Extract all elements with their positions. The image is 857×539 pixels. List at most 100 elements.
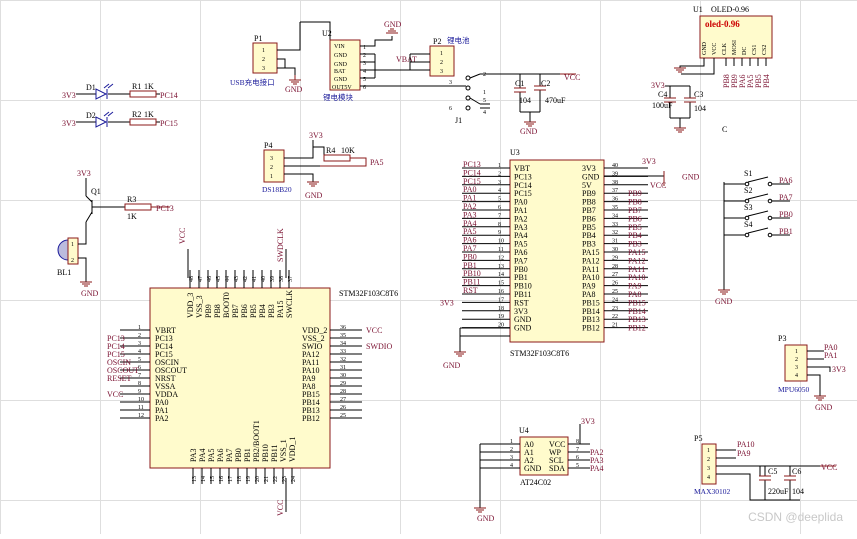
u3-rnum-30: 30 [612, 247, 618, 253]
gnd-label-3: GND [520, 127, 538, 136]
gnd-symbol-1: GND [285, 75, 303, 94]
p2-pin2: 2 [440, 60, 443, 66]
mcu-bpin-pb10: PB10 [261, 444, 270, 462]
mcu-bpin-vss_1: VSS_1 [279, 439, 288, 462]
u4-rnet-3: PA4 [590, 464, 604, 473]
p3-pin2: 2 [795, 357, 798, 363]
p5-pin4: 4 [707, 475, 710, 481]
r3-ref: R3 [127, 195, 136, 204]
gnd-symbol-2: GND [384, 20, 402, 34]
mcu-bpin-pa3: PA3 [189, 449, 198, 463]
u3-rnet-0: 3V3 [642, 157, 656, 166]
led-rval-1: 1K [144, 110, 154, 119]
mcu-bnum-15: 15 [210, 476, 216, 482]
u3-lpin-gnd: GND [514, 324, 532, 333]
mcu-lnum-1: 1 [138, 325, 141, 331]
p3-ref: P3 [778, 334, 786, 343]
p1-pin3: 3 [262, 66, 265, 72]
oled-pin-clk: CLK [722, 42, 728, 55]
u3-lnum-7: 7 [498, 213, 501, 219]
r4-ref: R4 [326, 146, 335, 155]
mcu-tnum-46: 46 [207, 276, 213, 282]
u2-pin-gnd3: GND [334, 77, 348, 83]
u4-lnum-3: 3 [510, 455, 513, 461]
u4-lnum-4: 4 [510, 463, 513, 469]
mcu-bpin-pa4: PA4 [198, 449, 207, 463]
u3-lnum-10: 10 [498, 239, 504, 245]
mcu-tnum-47: 47 [198, 276, 204, 282]
u3-rnum-23: 23 [612, 306, 618, 312]
mcu-bottom-vcc: VCC [276, 500, 285, 516]
key-ref-s1: S1 [744, 169, 752, 178]
vcc-label-p5: VCC [821, 463, 837, 472]
p5-pin2: 2 [707, 457, 710, 463]
p4-pin3: 3 [270, 156, 273, 162]
mcu-top-swdclk: SWDCLK [276, 228, 285, 262]
mcu-lnum-12: 12 [138, 413, 144, 419]
gnd-symbol-3: GND [520, 121, 538, 136]
p3-net1: PA1 [824, 351, 838, 360]
oled-pin-mosi: MOSI [732, 40, 738, 55]
mcu-tpin-vss_3: VSS_3 [195, 295, 204, 318]
p5-max30102: P5 1 2 3 4 MAX30102 PA10 PA9 C5 220uF C6… [694, 434, 837, 501]
u3-rnum-35: 35 [612, 205, 618, 211]
oled-wires: PB8 PB9 PA6 PA5 PB5 PB4 [722, 58, 771, 88]
r4-val: 10K [341, 146, 355, 155]
mcu-bnum-23: 23 [282, 476, 288, 482]
c5-val: 220uF [768, 487, 789, 496]
key-ref-s2: S2 [744, 186, 752, 195]
u3-lnum-12: 12 [498, 255, 504, 261]
oled-pin-cs1: CS1 [752, 45, 758, 55]
mcu-bnum-13: 13 [192, 476, 198, 482]
u4-at24c02: U4 AT24C02 1 A02 A13 A24 GND8VCC7WP PA26SCL PA… [474, 417, 604, 523]
u4-rnum-6: 6 [576, 455, 579, 461]
u3-rnum-33: 33 [612, 222, 618, 228]
u3-lnet-15: RST [463, 286, 478, 295]
mcu-bpin-pa7: PA7 [225, 449, 234, 463]
u3-rnet-19: PB12 [628, 324, 646, 333]
mcu-rnum-34: 34 [340, 341, 346, 347]
u3-rnum-40: 40 [612, 163, 618, 169]
u3-lnet-16: 3V3 [440, 298, 454, 307]
c1-ref: C1 [515, 79, 524, 88]
u3-lnum-2: 2 [498, 171, 501, 177]
mcu-tpin-pb5: PB5 [249, 304, 258, 318]
gnd-label-p3: GND [815, 403, 833, 412]
mcu-rnum-26: 26 [340, 405, 346, 411]
u2-charge-module: U2 VIN GND GND BAT GND OUT5V 1 2 3 4 5 6… [322, 20, 445, 102]
mcu-bnum-16: 16 [219, 476, 225, 482]
p5-net0: PA10 [737, 440, 755, 449]
gnd-symbol-p4: GND [305, 181, 323, 200]
mcu-bpin-vdd_1: VDD_1 [288, 437, 297, 462]
u3-rnum-28: 28 [612, 264, 618, 270]
j1-num3: 3 [449, 80, 452, 86]
gnd-symbol-c34 [674, 127, 686, 133]
mcu-top-vcc: VCC [178, 228, 187, 244]
mcu-lnum-3: 3 [138, 341, 141, 347]
oled-chip: oled-0.96 [705, 19, 740, 29]
mcu-name: STM32F103C8T6 [339, 289, 398, 298]
oled-name: OLED-0.96 [711, 5, 749, 14]
gnd-label-2: GND [384, 20, 402, 29]
u3-lnum-1: 1 [498, 163, 501, 169]
c6-ref: C6 [792, 467, 801, 476]
p4-ref: P4 [264, 141, 272, 150]
mcu-rnum-32: 32 [340, 357, 346, 363]
u3-rnum-36: 36 [612, 197, 618, 203]
mcu-bpin-pb0: PB0 [234, 448, 243, 462]
u3-lnum-8: 8 [498, 222, 501, 228]
j1-num6: 6 [449, 106, 452, 112]
gnd-symbol-u3: GND [443, 351, 466, 370]
led-section: 3V3D1 R1 1KPC143V3D2 R2 1KPC15 [62, 82, 178, 128]
mcu-bnum-14: 14 [201, 476, 207, 482]
led-net-pc15: PC15 [160, 119, 178, 128]
p4-name: DS18B20 [262, 185, 292, 194]
u3-ref: U3 [510, 148, 520, 157]
c1-c2-caps: C1 C2 104 470uF VCC GND [514, 73, 580, 136]
mcu-bnum-24: 24 [291, 476, 297, 482]
vcc-label-c12: VCC [564, 73, 580, 82]
mcu-tpin-vdd_3: VDD_3 [186, 293, 195, 318]
gnd-symbol-oled [674, 67, 686, 73]
c4-ref: C4 [658, 90, 667, 99]
p3-net2: 3V3 [832, 365, 846, 374]
